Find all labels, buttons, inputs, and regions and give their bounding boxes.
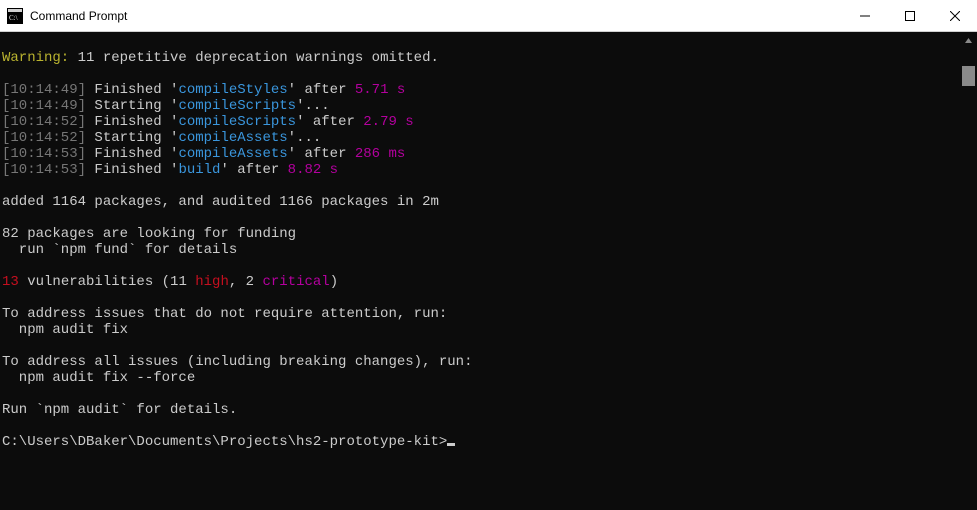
- scroll-thumb[interactable]: [962, 66, 975, 86]
- terminal-area: Warning: 11 repetitive deprecation warni…: [0, 32, 977, 510]
- close-button[interactable]: [932, 1, 977, 31]
- cursor: [447, 443, 455, 446]
- maximize-button[interactable]: [887, 1, 932, 31]
- window-title: Command Prompt: [30, 9, 842, 23]
- scroll-up-arrow[interactable]: [960, 32, 977, 49]
- minimize-button[interactable]: [842, 1, 887, 31]
- titlebar: C:\ Command Prompt: [0, 0, 977, 32]
- app-icon: C:\: [7, 8, 23, 24]
- svg-text:C:\: C:\: [9, 14, 18, 22]
- terminal-output[interactable]: Warning: 11 repetitive deprecation warni…: [0, 32, 960, 510]
- vertical-scrollbar[interactable]: [960, 32, 977, 510]
